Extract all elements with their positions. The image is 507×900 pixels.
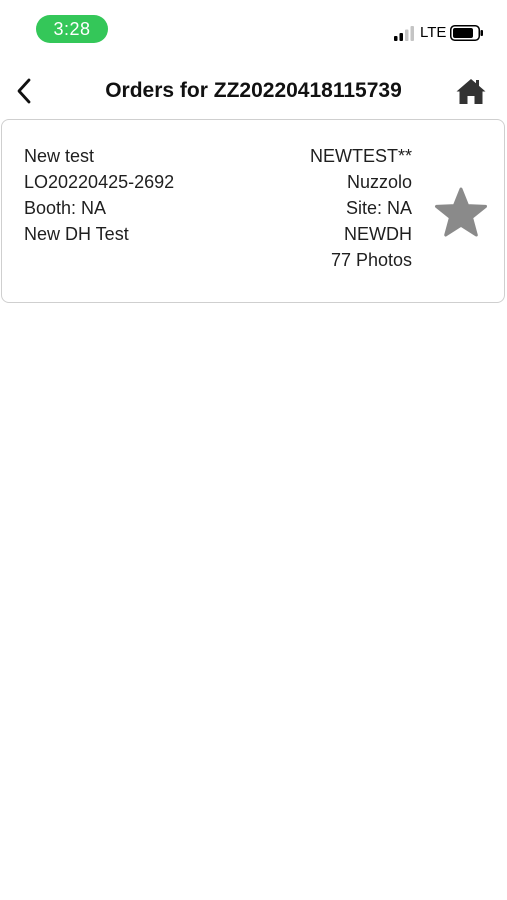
nav-header: Orders for ZZ20220418115739 bbox=[0, 65, 507, 117]
back-button[interactable] bbox=[6, 73, 42, 109]
order-card[interactable]: New test LO20220425-2692 Booth: NA New D… bbox=[1, 119, 505, 303]
star-icon bbox=[435, 187, 487, 237]
home-icon bbox=[456, 79, 486, 104]
order-customer: Nuzzolo bbox=[346, 172, 412, 192]
order-photo-count: 77 Photos bbox=[330, 250, 412, 270]
battery-icon bbox=[450, 25, 483, 41]
order-site: Site: NA bbox=[345, 198, 412, 218]
chevron-left-icon bbox=[17, 78, 31, 104]
order-description: New DH Test bbox=[24, 224, 129, 244]
order-code: NEWTEST** bbox=[309, 146, 412, 166]
home-button[interactable] bbox=[452, 73, 490, 109]
status-time: 3:28 bbox=[36, 15, 108, 43]
order-name: New test bbox=[24, 146, 95, 166]
order-id: LO20220425-2692 bbox=[24, 172, 175, 192]
order-booth: Booth: NA bbox=[24, 198, 107, 218]
order-group: NEWDH bbox=[344, 224, 412, 244]
signal-bars-icon bbox=[394, 26, 414, 41]
page-title: Orders for ZZ20220418115739 bbox=[105, 79, 402, 102]
status-bar: 3:28 LTE bbox=[0, 0, 507, 60]
network-type-label: LTE bbox=[420, 24, 447, 41]
order-details-left: New test LO20220425-2692 Booth: NA New D… bbox=[24, 143, 174, 247]
favorite-button[interactable] bbox=[432, 184, 490, 242]
order-details-right: NEWTEST** Nuzzolo Site: NA NEWDH 77 Phot… bbox=[310, 143, 412, 273]
